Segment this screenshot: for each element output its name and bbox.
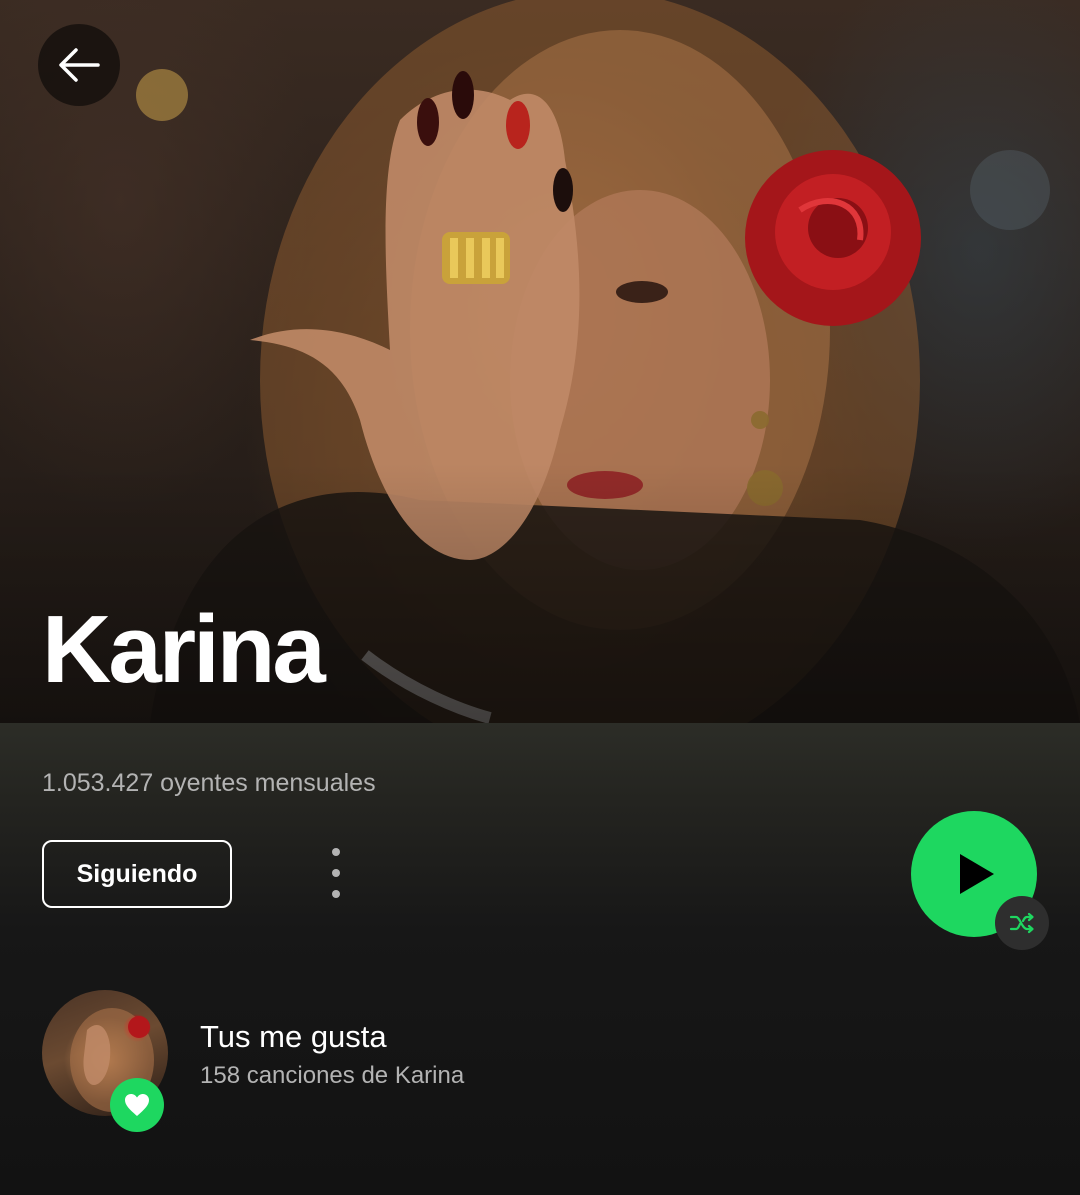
play-icon (960, 854, 994, 894)
more-vertical-icon-dot (332, 890, 340, 898)
monthly-listeners: 1.053.427 oyentes mensuales (42, 769, 376, 797)
follow-button[interactable]: Siguiendo (42, 840, 232, 908)
liked-songs-row[interactable]: Tus me gusta 158 canciones de Karina (42, 990, 1038, 1132)
liked-badge (110, 1078, 164, 1132)
artist-page: Karina 1.053.427 oyentes mensuales Sigui… (0, 0, 1080, 1195)
artist-header-image: Karina (0, 0, 1080, 723)
more-vertical-icon (332, 848, 340, 856)
liked-songs-title: Tus me gusta (200, 1019, 387, 1054)
liked-songs-subtitle: 158 canciones de Karina (200, 1062, 465, 1089)
heart-icon (125, 1094, 149, 1116)
shuffle-button[interactable] (995, 896, 1049, 950)
shuffle-icon (1009, 912, 1034, 934)
artist-name: Karina (42, 596, 326, 703)
arrow-left-icon (59, 48, 100, 82)
more-vertical-icon-dot (332, 869, 340, 877)
back-button[interactable] (38, 24, 120, 106)
more-options-button[interactable] (312, 836, 360, 910)
